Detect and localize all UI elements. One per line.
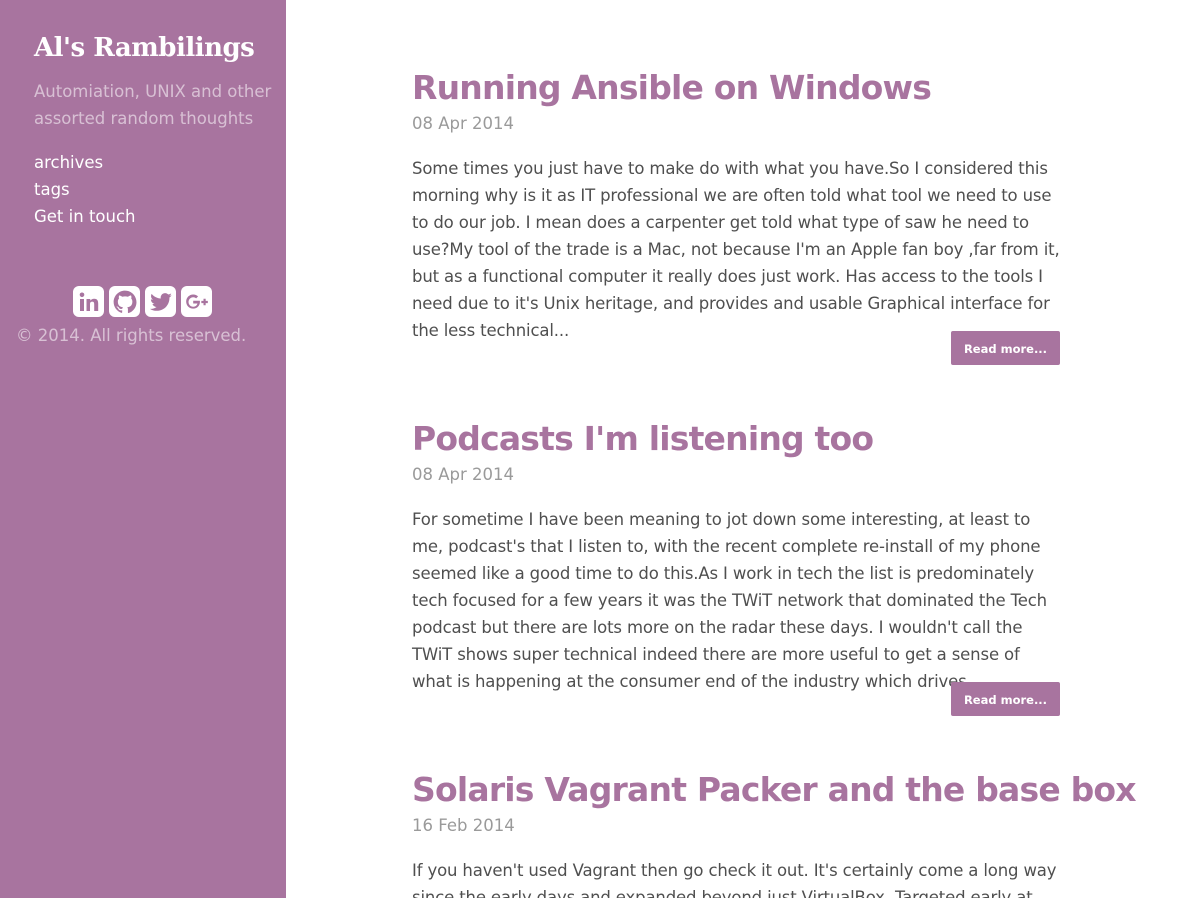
post-title[interactable]: Podcasts I'm listening too (412, 419, 1060, 459)
site-title[interactable]: Al's Rambilings (34, 33, 255, 63)
linkedin-icon[interactable] (73, 286, 104, 317)
social-links (73, 286, 212, 317)
post-excerpt: If you haven't used Vagrant then go chec… (412, 861, 1057, 898)
sidebar-nav: archives tags Get in touch (34, 149, 136, 230)
post-date: 16 Feb 2014 (412, 816, 515, 835)
post-title[interactable]: Solaris Vagrant Packer and the base box (412, 770, 1137, 810)
post-excerpt: For sometime I have been meaning to jot … (412, 510, 1047, 691)
copyright-notice: © 2014. All rights reserved. (16, 326, 247, 345)
post-solaris-vagrant: Solaris Vagrant Packer and the base box … (412, 770, 1137, 898)
post-title[interactable]: Running Ansible on Windows (412, 68, 1060, 108)
read-more-button[interactable]: Read more... (951, 682, 1060, 716)
github-icon[interactable] (109, 286, 140, 317)
post-date: 08 Apr 2014 (412, 114, 515, 133)
sidebar: Al's Rambilings Automiation, UNIX and ot… (0, 0, 286, 898)
site-tagline: Automiation, UNIX and other assorted ran… (34, 82, 272, 128)
twitter-icon[interactable] (145, 286, 176, 317)
read-more-button[interactable]: Read more... (951, 331, 1060, 365)
post-excerpt: Some times you just have to make do with… (412, 159, 1060, 340)
post-running-ansible: Running Ansible on Windows 08 Apr 2014 S… (412, 68, 1060, 365)
nav-link-get-in-touch[interactable]: Get in touch (34, 203, 136, 230)
google-plus-icon[interactable] (181, 286, 212, 317)
post-podcasts: Podcasts I'm listening too 08 Apr 2014 F… (412, 419, 1060, 716)
nav-link-archives[interactable]: archives (34, 149, 136, 176)
post-date: 08 Apr 2014 (412, 465, 515, 484)
nav-link-tags[interactable]: tags (34, 176, 136, 203)
